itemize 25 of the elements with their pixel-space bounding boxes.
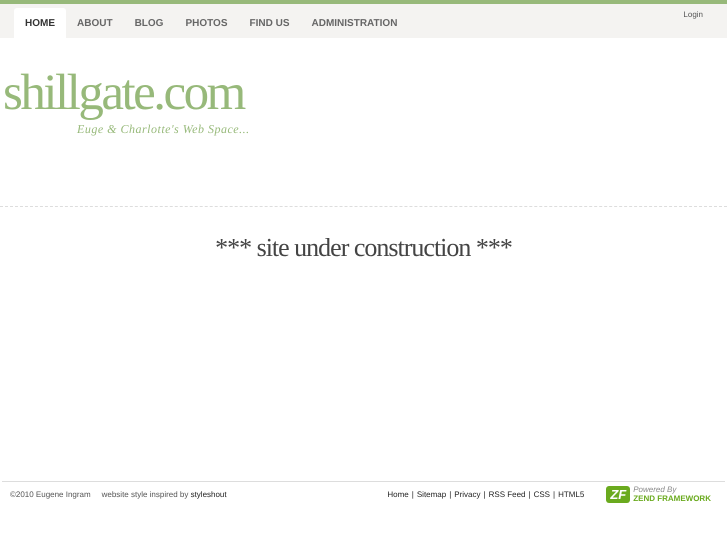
separator: | <box>484 490 486 498</box>
separator: | <box>528 490 531 498</box>
styleshout-link[interactable]: styleshout <box>190 490 227 498</box>
footer-link[interactable]: RSS Feed <box>488 490 526 498</box>
construction-message: *** site under construction *** <box>214 232 513 263</box>
footer-link[interactable]: Sitemap <box>416 490 446 498</box>
nav-tab[interactable]: FIND US <box>238 8 300 38</box>
nav-tab[interactable]: HOME <box>14 8 66 38</box>
footer-link[interactable]: CSS <box>534 490 550 498</box>
login-link[interactable]: Login <box>683 10 703 38</box>
powered-by-text: Powered By <box>633 485 678 494</box>
footer-link[interactable]: HTML5 <box>558 490 584 498</box>
framework-name: ZEND FRAMEWORK <box>633 494 711 503</box>
nav-tab[interactable]: BLOG <box>124 8 174 38</box>
copyright-text: ©2010 Eugene Ingram <box>10 490 91 498</box>
nav-tab[interactable]: ABOUT <box>66 8 124 38</box>
separator: | <box>412 490 414 498</box>
footer-link[interactable]: Home <box>387 490 409 498</box>
nav-tab[interactable]: PHOTOS <box>174 8 238 38</box>
credit-text: website style inspired by styleshout <box>102 490 227 498</box>
tagline: Euge & Charlotte's Web Space... <box>77 122 251 137</box>
nav-tab[interactable]: ADMINISTRATION <box>300 8 408 38</box>
footer-link[interactable]: Privacy <box>454 490 480 498</box>
separator: | <box>449 490 452 498</box>
separator: | <box>553 490 556 498</box>
